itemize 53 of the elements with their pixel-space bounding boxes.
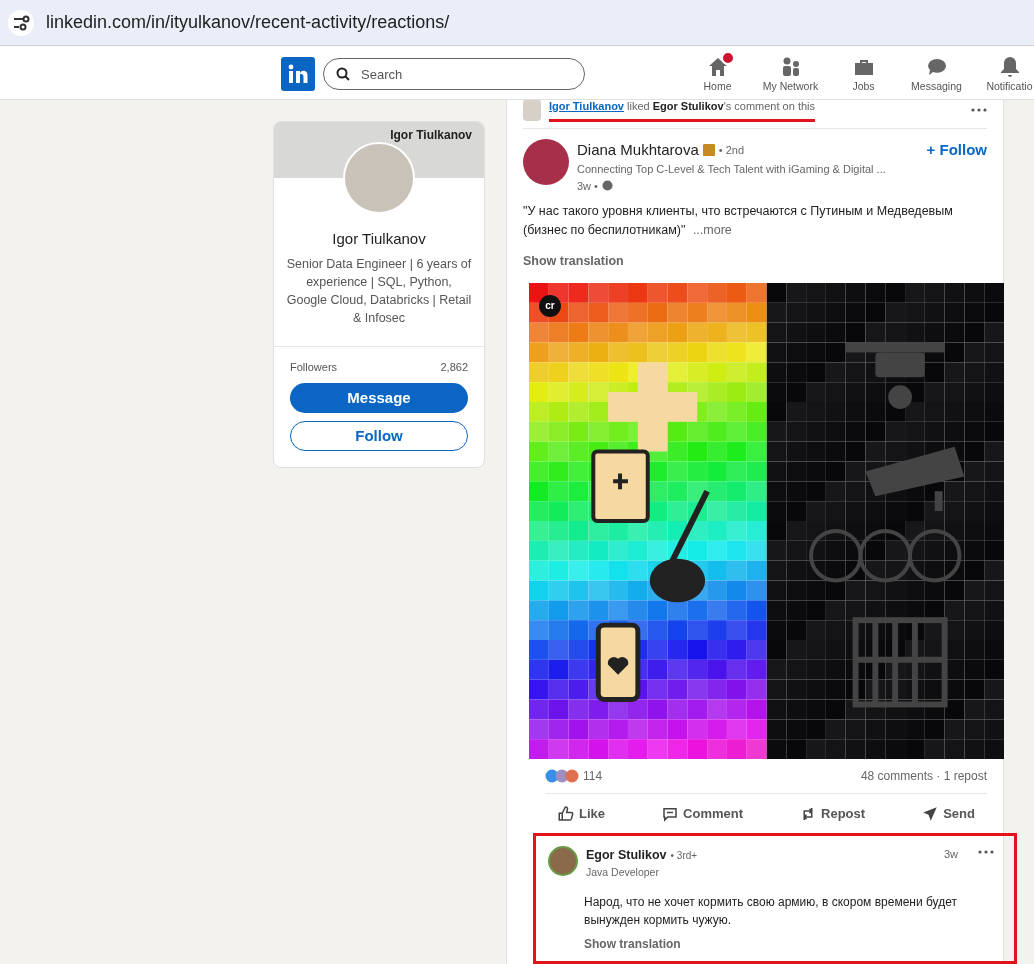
linkedin-logo[interactable]	[281, 57, 315, 91]
comment-age: 3w	[943, 847, 958, 863]
more-link[interactable]: ...more	[692, 223, 732, 237]
commenter-headline: Java Developer	[586, 865, 660, 880]
send-icon	[921, 804, 940, 823]
url-text[interactable]: linkedin.com/in/ityulkanov/recent-activity/reactions/	[46, 9, 450, 36]
author-headline: Connecting Top C-Level & Tech Talent with iGaming & Digital ...	[577, 162, 886, 177]
avatar-placeholder	[523, 100, 541, 121]
nav-item[interactable]: Jobs	[827, 55, 900, 95]
comment-text: Народ, что не хочет кормить свою армию, в скором времени будет вынужден кормить чужую.	[584, 893, 958, 929]
more-options-icon[interactable]	[978, 850, 994, 855]
nav-label: Jobs	[852, 79, 875, 95]
thumbs-up-icon	[557, 804, 575, 823]
followers-label: Followers	[290, 359, 338, 375]
nav-label: Home	[703, 79, 732, 95]
reactions-icon	[545, 768, 579, 783]
nav-label: Messaging	[911, 79, 962, 95]
show-translation-link[interactable]: Show translation	[584, 934, 681, 953]
commenter-name[interactable]: Egor Stulikov	[586, 846, 667, 865]
nav-label: My Network	[762, 79, 819, 95]
avatar-placeholder	[548, 846, 578, 877]
avatar-placeholder	[523, 138, 569, 185]
follow-button[interactable]: + Follow	[926, 138, 987, 161]
follow-button[interactable]: Follow	[290, 421, 468, 451]
post-action-button[interactable]: Like	[557, 803, 606, 824]
site-settings-icon[interactable]	[8, 9, 34, 36]
nav-item[interactable]: Notificatio	[973, 55, 1034, 95]
post-age: 3w •	[577, 178, 598, 194]
search-icon	[336, 67, 350, 81]
message-button[interactable]: Message	[290, 383, 468, 413]
reaction-count[interactable]: 114	[583, 766, 603, 785]
post-action-button[interactable]: Comment	[661, 803, 743, 824]
post-action-button[interactable]: Repost	[799, 803, 866, 824]
profile-headline: Senior Data Engineer | 6 years of experience | SQL, Python, Google Cloud, Databricks | Retail & Infosec	[285, 255, 473, 327]
connection-degree: • 2nd	[718, 142, 744, 158]
post-action-button[interactable]: Send	[921, 803, 975, 824]
search-field[interactable]: Search	[323, 58, 585, 90]
linkedin-badge-icon	[702, 143, 715, 156]
followers-count: 2,862	[440, 359, 468, 375]
nav-item[interactable]: Messaging	[900, 55, 973, 95]
profile-name[interactable]: Igor Tiulkanov	[332, 228, 426, 251]
nav-item[interactable]: Home	[681, 55, 754, 95]
comments-reposts-count[interactable]: 48 comments · 1 repost	[860, 766, 987, 785]
nav-label: Notificatio	[986, 79, 1033, 95]
connection-degree: • 3rd+	[670, 849, 698, 864]
show-translation-link[interactable]: Show translation	[523, 252, 624, 271]
actor-link[interactable]: Igor Tiulkanov	[549, 100, 624, 112]
activity-text: Igor Tiulkanov liked Egor Stulikov's comment on this	[549, 100, 815, 122]
nav-item[interactable]: My Network	[754, 55, 827, 95]
banner-title: Igor Tiulkanov	[390, 127, 472, 144]
author-name[interactable]: Diana Mukhtarova	[577, 138, 699, 161]
post-text: "У нас такого уровня клиенты, что встречаются с Путиным и Медведевым (бизнес по беспилотникам)" ...more	[523, 203, 954, 239]
more-options-icon[interactable]	[971, 107, 987, 112]
